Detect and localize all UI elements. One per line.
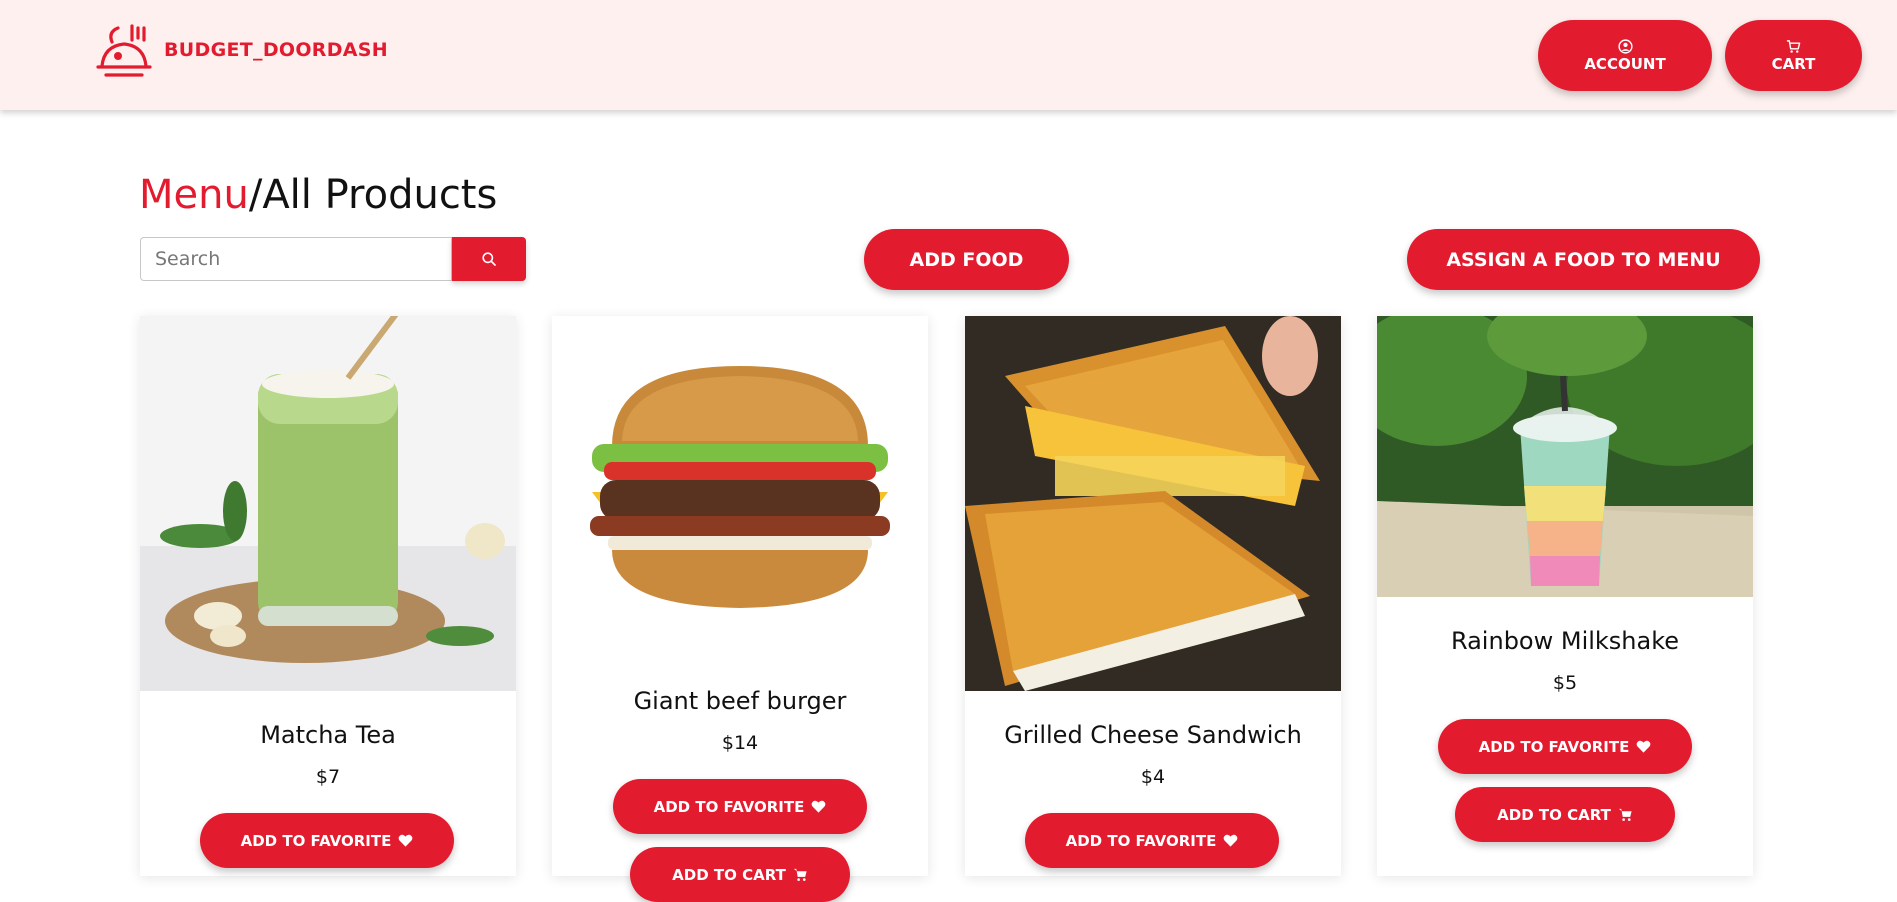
product-card-rainbow-milkshake: Rainbow Milkshake $5 ADD TO FAVORITE ADD… <box>1377 316 1753 876</box>
product-image-rainbow-milkshake <box>1377 316 1753 597</box>
cart-icon <box>1618 808 1632 821</box>
product-name: Grilled Cheese Sandwich <box>1004 721 1302 749</box>
account-button[interactable]: ACCOUNT <box>1538 20 1712 91</box>
brand-name: BUDGET_DOORDASH <box>164 39 388 61</box>
heart-icon <box>1224 834 1238 847</box>
cart-icon <box>1786 39 1801 53</box>
add-to-cart-button[interactable]: ADD TO CART <box>630 847 850 902</box>
add-to-favorite-label: ADD TO FAVORITE <box>1478 737 1630 756</box>
brand-logo[interactable]: BUDGET_DOORDASH <box>94 20 388 80</box>
user-circle-icon <box>1617 38 1633 54</box>
add-to-favorite-label: ADD TO FAVORITE <box>1065 831 1217 850</box>
add-to-favorite-label: ADD TO FAVORITE <box>240 831 392 850</box>
add-to-favorite-button[interactable]: ADD TO FAVORITE <box>613 779 867 834</box>
product-image-giant-beef-burger <box>552 316 928 657</box>
breadcrumb-separator: / <box>248 172 263 218</box>
add-to-favorite-label: ADD TO FAVORITE <box>653 797 805 816</box>
product-name: Rainbow Milkshake <box>1450 627 1680 655</box>
add-to-cart-label: ADD TO CART <box>1497 805 1611 824</box>
top-navbar: BUDGET_DOORDASH ACCOUNT CART <box>0 0 1897 110</box>
cart-icon <box>793 868 807 881</box>
product-image-grilled-cheese-sandwich <box>965 316 1341 691</box>
search-bar <box>140 237 526 281</box>
cart-label: CART <box>1771 54 1816 73</box>
food-cloche-logo-icon <box>96 24 152 77</box>
search-icon <box>482 252 496 266</box>
add-to-favorite-button[interactable]: ADD TO FAVORITE <box>200 813 454 868</box>
product-card-giant-beef-burger: Giant beef burger $14 ADD TO FAVORITE AD… <box>552 316 928 902</box>
assign-food-to-menu-button[interactable]: ASSIGN A FOOD TO MENU <box>1407 229 1760 290</box>
search-button[interactable] <box>452 237 526 281</box>
add-food-button[interactable]: ADD FOOD <box>864 229 1069 290</box>
search-input[interactable] <box>140 237 452 281</box>
product-price: $5 <box>1552 672 1578 694</box>
add-to-favorite-button[interactable]: ADD TO FAVORITE <box>1025 813 1279 868</box>
heart-icon <box>1637 740 1651 753</box>
product-name: Matcha Tea <box>260 721 396 749</box>
product-price: $7 <box>315 766 341 788</box>
breadcrumb-menu-link[interactable]: Menu <box>139 172 249 218</box>
product-name: Giant beef burger <box>633 687 847 715</box>
add-to-cart-button[interactable]: ADD TO CART <box>1455 787 1675 842</box>
product-image-matcha-tea <box>140 316 516 691</box>
product-card-grilled-cheese-sandwich: Grilled Cheese Sandwich $4 ADD TO FAVORI… <box>965 316 1341 876</box>
account-label: ACCOUNT <box>1584 54 1666 73</box>
product-card-matcha-tea: Matcha Tea $7 ADD TO FAVORITE <box>140 316 516 876</box>
page-title: Menu/All Products <box>139 172 497 218</box>
breadcrumb-current: All Products <box>262 172 498 218</box>
heart-icon <box>812 800 826 813</box>
product-price: $4 <box>1140 766 1166 788</box>
add-to-favorite-button[interactable]: ADD TO FAVORITE <box>1438 719 1692 774</box>
cart-button[interactable]: CART <box>1725 20 1862 91</box>
product-price: $14 <box>721 732 759 754</box>
add-to-cart-label: ADD TO CART <box>672 865 786 884</box>
heart-icon <box>399 834 413 847</box>
